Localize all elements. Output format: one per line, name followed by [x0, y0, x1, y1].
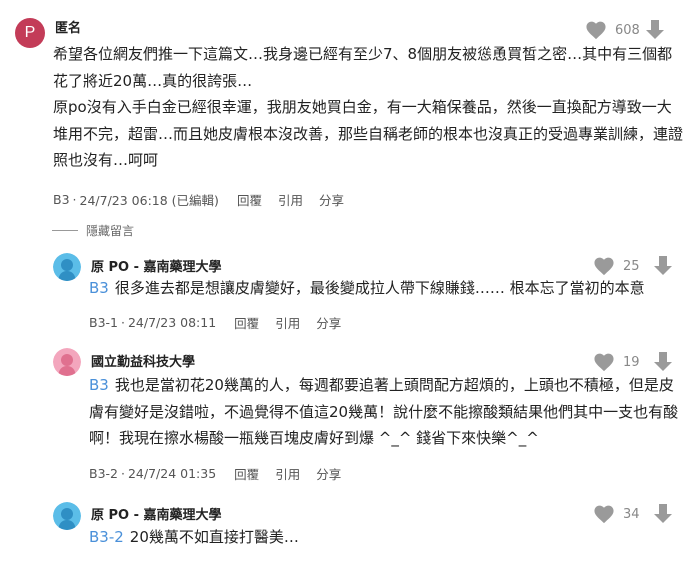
comment-body: 希望各位網友們推一下這篇文…我身邊已經有至少7、8個朋友被慫恿買皙之密…其中有三…: [53, 41, 683, 174]
comment-meta: B3 · 24/7/23 06:18 (已編輯) 回覆 引用 分享: [53, 190, 344, 209]
arrow-down-icon[interactable]: [653, 503, 673, 525]
floor-number: B3-1: [89, 315, 118, 330]
floor-number: B3: [53, 192, 70, 207]
like-count: 19: [623, 354, 640, 370]
heart-icon[interactable]: [593, 352, 615, 372]
like-group: 34: [593, 503, 673, 525]
comment-author[interactable]: 原 PO - 嘉南藥理大學: [91, 504, 222, 523]
like-group: 25: [593, 255, 673, 277]
comment-text: 很多進去都是想讓皮膚變好，最後變成拉人帶下線賺錢…… 根本忘了當初的本意: [114, 279, 645, 297]
arrow-down-icon[interactable]: [645, 19, 665, 41]
comment-author[interactable]: 原 PO - 嘉南藥理大學: [91, 256, 222, 275]
divider: [52, 230, 78, 231]
hidden-comments-label: 隱藏留言: [86, 224, 135, 238]
quote-button[interactable]: 引用: [275, 464, 300, 483]
separator: ·: [72, 192, 77, 207]
separator: ·: [121, 466, 125, 481]
comment-body: B3 我也是當初花20幾萬的人，每週都要追著上頭問配方超煩的，上頭也不積極，但是皮…: [89, 372, 684, 452]
like-count: 608: [615, 22, 640, 38]
share-button[interactable]: 分享: [316, 464, 341, 483]
comment-meta: B3-1 · 24/7/23 08:11 回覆 引用 分享: [89, 313, 341, 332]
heart-icon[interactable]: [593, 504, 615, 524]
user-silhouette-icon: [53, 502, 81, 530]
reply-comment: 原 PO - 嘉南藥理大學 25 B3 很多進去都是想讓皮膚變好，最後變成拉人帶下…: [0, 248, 700, 338]
reply-button[interactable]: 回覆: [234, 313, 259, 332]
timestamp: 24/7/23 08:11: [127, 315, 217, 330]
comment-body: B3 很多進去都是想讓皮膚變好，最後變成拉人帶下線賺錢…… 根本忘了當初的本意: [89, 275, 684, 302]
hidden-comments-toggle[interactable]: 隱藏留言: [52, 222, 134, 239]
arrow-down-icon[interactable]: [653, 351, 673, 373]
comment-text: 20幾萬不如直接打醫美…: [129, 528, 299, 546]
like-count: 25: [623, 258, 640, 274]
timestamp: 24/7/24 01:35: [127, 466, 217, 481]
comment-body: B3-2 20幾萬不如直接打醫美…: [89, 524, 684, 551]
comment-text: 我也是當初花20幾萬的人，每週都要追著上頭問配方超煩的，上頭也不積極，但是皮膚有…: [89, 376, 679, 447]
arrow-down-icon[interactable]: [653, 255, 673, 277]
user-silhouette-icon: [53, 348, 81, 376]
floor-number: B3-2: [89, 466, 118, 481]
avatar[interactable]: [53, 502, 81, 530]
like-count: 34: [623, 506, 640, 522]
like-group: 19: [593, 351, 673, 373]
share-button[interactable]: 分享: [316, 313, 341, 332]
floor-reference-link[interactable]: B3-2: [89, 528, 124, 546]
reply-button[interactable]: 回覆: [237, 190, 262, 209]
comment-paragraph: 希望各位網友們推一下這篇文…我身邊已經有至少7、8個朋友被慫恿買皙之密…其中有三…: [53, 45, 673, 90]
share-button[interactable]: 分享: [319, 190, 344, 209]
comment-author[interactable]: 匿名: [55, 17, 81, 36]
reply-comment: 國立勤益科技大學 19 B3 我也是當初花20幾萬的人，每週都要追著上頭問配方超煩…: [0, 344, 700, 484]
heart-icon[interactable]: [593, 256, 615, 276]
reply-comment: 原 PO - 嘉南藥理大學 34 B3-2 20幾萬不如直接打醫美…: [0, 497, 700, 561]
avatar[interactable]: [53, 348, 81, 376]
main-comment: P 匿名 608 希望各位網友們推一下這篇文…我身邊已經有至少7、8個朋友被慫恿…: [0, 0, 700, 215]
user-silhouette-icon: [53, 253, 81, 281]
timestamp: 24/7/23 06:18 (已編輯): [79, 193, 219, 208]
quote-button[interactable]: 引用: [278, 190, 303, 209]
quote-button[interactable]: 引用: [275, 313, 300, 332]
avatar[interactable]: P: [15, 18, 45, 48]
separator: ·: [121, 315, 125, 330]
comment-author[interactable]: 國立勤益科技大學: [91, 351, 195, 370]
comment-meta: B3-2 · 24/7/24 01:35 回覆 引用 分享: [89, 464, 341, 483]
like-group: 608: [585, 19, 665, 41]
floor-reference-link[interactable]: B3: [89, 279, 109, 297]
reply-button[interactable]: 回覆: [234, 464, 259, 483]
avatar[interactable]: [53, 253, 81, 281]
heart-icon[interactable]: [585, 20, 607, 40]
comment-paragraph: 原po沒有入手白金已經很幸運，我朋友她買白金，有一大箱保養品，然後一直換配方導致…: [53, 98, 684, 169]
floor-reference-link[interactable]: B3: [89, 376, 109, 394]
